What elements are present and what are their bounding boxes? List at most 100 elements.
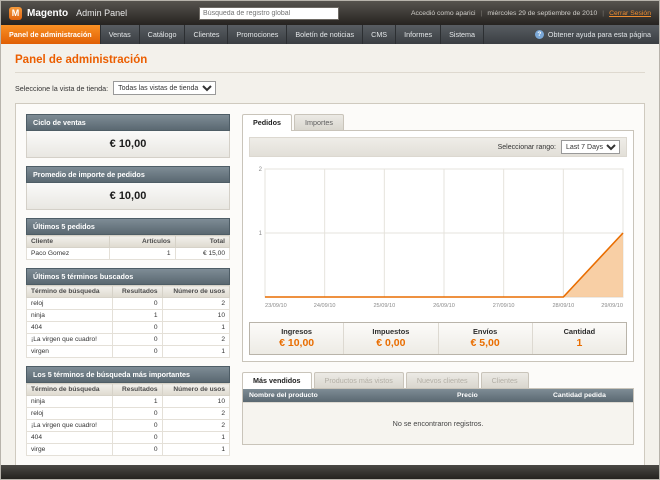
table-row: ¡La virgen que cuadro! 0 2 [25, 419, 231, 432]
table-cell: 1 [161, 443, 231, 456]
nav-item-informes[interactable]: Informes [396, 25, 442, 44]
table-cell: virge [25, 443, 114, 456]
products-tabs: Más vendidos Productos más vistos Nuevos c… [242, 372, 634, 389]
lifetime-sales-box: Ciclo de ventas € 10,00 [26, 114, 230, 158]
global-search [127, 6, 411, 20]
top-search-terms-box: Los 5 términos de búsqueda más important… [25, 366, 231, 456]
nav-item-boletin-de-noticias[interactable]: Boletín de noticias [287, 25, 364, 44]
total-label: Cantidad [563, 327, 596, 336]
grid-column-cantidad-pedida: Cantidad pedida [553, 392, 606, 399]
chart-tabs: Pedidos Importes [242, 114, 634, 131]
lifetime-sales-value: € 10,00 [26, 131, 230, 158]
title-divider [15, 72, 645, 73]
nav-item-promociones[interactable]: Promociones [228, 25, 288, 44]
table-cell: 0 [112, 297, 163, 310]
last-orders-table: Cliente Artículos Total Paco Gomez 1 € 15,00 [26, 235, 231, 260]
total-envios: Envíos € 5,00 [439, 323, 533, 354]
nav-item-catalogo[interactable]: Catálogo [140, 25, 186, 44]
column-header-articulos: Artículos [108, 235, 176, 248]
magento-logo: M Magento Admin Panel [9, 6, 128, 20]
bestsellers-grid: Nombre del producto Precio Cantidad pedida… [242, 388, 634, 445]
nav-item-clientes[interactable]: Clientes [185, 25, 229, 44]
table-cell: 1 [161, 321, 231, 334]
current-date: miércoles 29 de septiembre de 2010 [487, 9, 598, 17]
store-view-select[interactable]: Todas las vistas de tienda [113, 81, 217, 95]
tab-productos-mas-vistos[interactable]: Productos más vistos [313, 372, 404, 389]
tab-pedidos[interactable]: Pedidos [242, 114, 292, 131]
table-cell: ninja [25, 395, 114, 408]
dashboard-panel: Ciclo de ventas € 10,00 Promedio de impo… [15, 103, 645, 465]
content-area: Panel de administración Seleccione la vi… [1, 44, 659, 465]
orders-tab-panel: Seleccionar rango: Last 7 Days 1 2 23/09/1… [242, 130, 634, 362]
column-header-numero-de-usos: Número de usos [161, 383, 231, 396]
table-header-row: Cliente Artículos Total [26, 235, 231, 248]
table-cell: 2 [161, 419, 231, 432]
tab-importes[interactable]: Importes [293, 114, 344, 131]
table-cell: 2 [161, 297, 231, 310]
page-help-link[interactable]: ? Obtener ayuda para esta página [527, 25, 659, 44]
orders-chart: 1 2 23/09/10 24/09/10 25/09/10 26/09/10 27/09/… [249, 163, 627, 316]
table-row: 404 0 1 [25, 431, 231, 444]
grid-column-nombre-del-producto: Nombre del producto [249, 392, 318, 399]
table-body: ninja 1 10 reloj 0 2 ¡La virgen que cuadro! 0 2 4… [25, 395, 231, 456]
x-tick-label: 23/09/10 [265, 303, 287, 309]
table-cell: 2 [161, 333, 231, 346]
nav-item-sistema[interactable]: Sistema [441, 25, 485, 44]
table-cell: 1 [112, 395, 163, 408]
x-tick-label: 28/09/10 [552, 303, 574, 309]
table-row: reloj 0 2 [25, 297, 231, 310]
table-row: 404 0 1 [25, 321, 231, 334]
total-value: € 0,00 [376, 337, 406, 349]
top-search-terms-table: Término de búsqueda Resultados Número de u… [25, 383, 231, 456]
nav-items: Panel de administración Ventas Catálogo Cli… [1, 25, 485, 44]
table-body: reloj 0 2 ninja 1 10 404 0 1 ¡La virgen que cuadr… [25, 297, 231, 358]
x-tick-label: 27/09/10 [493, 303, 515, 309]
dashboard-totals: Ingresos € 10,00 Impuestos € 0,00 Envíos € 5,… [249, 322, 627, 355]
table-cell: 1 [161, 431, 231, 444]
average-orders-value: € 10,00 [26, 183, 230, 210]
tab-nuevos-clientes[interactable]: Nuevos clientes [405, 372, 479, 389]
table-row: ¡La virgen que cuadro! 0 2 [25, 333, 231, 346]
column-header-numero-de-usos: Número de usos [161, 285, 231, 298]
table-cell: reloj [25, 297, 114, 310]
table-header-row: Término de búsqueda Resultados Número de u… [25, 285, 231, 298]
y-tick-label: 2 [259, 167, 263, 173]
top-search-terms-title: Los 5 términos de búsqueda más important… [26, 366, 230, 383]
nav-item-cms[interactable]: CMS [363, 25, 397, 44]
dashboard-right-column: Pedidos Importes Seleccionar rango: Last … [242, 114, 634, 456]
nav-item-panel-de-administracion[interactable]: Panel de administración [1, 25, 101, 44]
help-icon: ? [534, 30, 544, 39]
table-row: virgen 0 1 [25, 345, 231, 358]
table-header-row: Término de búsqueda Resultados Número de u… [25, 383, 231, 396]
range-select[interactable]: Last 7 Days [561, 140, 620, 154]
store-view-label: Seleccione la vista de tienda: [15, 83, 109, 93]
grid-column-precio: Precio [457, 392, 478, 399]
table-cell: 404 [25, 321, 114, 334]
table-cell: 0 [112, 407, 163, 420]
table-row: virge 0 1 [25, 443, 231, 456]
x-tick-label: 29/09/10 [601, 303, 623, 309]
logo-name: Magento [27, 7, 69, 19]
column-header-termino-de-busqueda: Término de búsqueda [25, 383, 114, 396]
average-orders-title: Promedio de importe de pedidos [26, 166, 230, 183]
total-cantidad: Cantidad 1 [533, 323, 626, 354]
nav-item-ventas[interactable]: Ventas [101, 25, 140, 44]
table-cell: 0 [112, 431, 163, 444]
global-search-input[interactable] [199, 6, 340, 20]
tab-clientes[interactable]: Clientes [480, 372, 529, 389]
dashboard-left-column: Ciclo de ventas € 10,00 Promedio de impo… [25, 114, 231, 456]
table-body: Paco Gomez 1 € 15,00 [26, 247, 231, 260]
last-orders-title: Últimos 5 pedidos [26, 218, 230, 235]
table-cell: 1 [108, 247, 176, 260]
store-view-row: Seleccione la vista de tienda: Todas las… [15, 81, 645, 95]
table-cell: 10 [161, 395, 231, 408]
separator: | [602, 9, 605, 17]
page-title: Panel de administración [15, 54, 148, 66]
lifetime-sales-title: Ciclo de ventas [26, 114, 230, 131]
logo-suffix: Admin Panel [76, 8, 128, 18]
table-cell: 0 [112, 419, 163, 432]
logout-link[interactable]: Cerrar Sesión [609, 10, 651, 17]
table-cell: 0 [112, 321, 163, 334]
tab-mas-vendidos[interactable]: Más vendidos [242, 372, 312, 389]
y-tick-label: 1 [259, 231, 263, 237]
